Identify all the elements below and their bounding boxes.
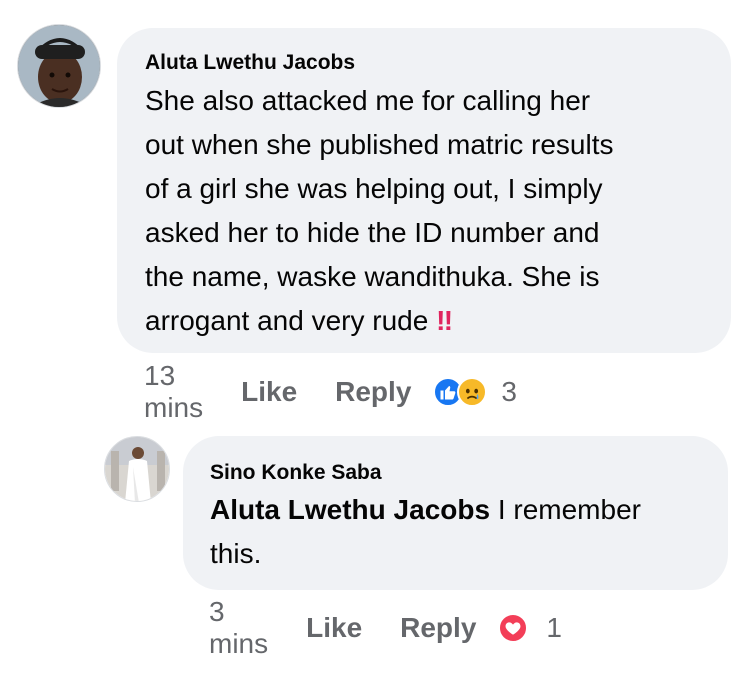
love-icon: [498, 613, 529, 643]
reaction-count: 3: [501, 376, 517, 407]
reply-line-2: this.: [210, 538, 262, 569]
comment-line: She also attacked me for calling her: [145, 85, 591, 116]
avatar[interactable]: [104, 436, 170, 502]
reply-actions: 3 mins Like Reply 1: [209, 596, 562, 659]
reply-button[interactable]: Reply: [400, 612, 476, 644]
reply-line-1: Aluta Lwethu Jacobs I remember: [210, 488, 720, 532]
comment-line: the name, waske wandithuka. She is: [145, 261, 600, 292]
comment-line: asked her to hide the ID number and: [145, 217, 600, 248]
reply-text-segment: I remember: [490, 494, 641, 525]
avatar-image: [18, 25, 100, 107]
like-button[interactable]: Like: [241, 376, 297, 408]
comment-timestamp[interactable]: 13 mins: [144, 360, 203, 424]
comment-bubble: Aluta Lwethu Jacobs She also attacked me…: [117, 28, 731, 353]
reply-timestamp[interactable]: 3 mins: [209, 596, 268, 660]
comment-text: She also attacked me for calling her out…: [145, 79, 725, 343]
like-button[interactable]: Like: [306, 612, 362, 644]
reply-button[interactable]: Reply: [335, 376, 411, 408]
comment-line: arrogant and very rude: [145, 305, 429, 336]
comment-author[interactable]: Aluta Lwethu Jacobs: [145, 51, 355, 75]
reactions-summary[interactable]: 1: [498, 612, 562, 644]
reply-author[interactable]: Sino Konke Saba: [210, 461, 382, 485]
reply-text: Aluta Lwethu Jacobs I remember this.: [210, 488, 720, 576]
reaction-count: 1: [546, 612, 562, 643]
reactions-summary[interactable]: 3: [433, 376, 517, 408]
reply-bubble: Sino Konke Saba Aluta Lwethu Jacobs I re…: [183, 436, 728, 590]
sad-icon: [457, 377, 488, 407]
avatar[interactable]: [17, 24, 101, 108]
comment-line-last: arrogant and very rude ‼: [145, 299, 725, 343]
comment-line: out when she published matric results: [145, 129, 614, 160]
avatar-image: [105, 437, 169, 501]
double-exclamation-emoji: ‼: [436, 305, 453, 336]
comment-line: of a girl she was helping out, I simply: [145, 173, 603, 204]
mention-link[interactable]: Aluta Lwethu Jacobs: [210, 494, 490, 525]
comment-actions: 13 mins Like Reply 3: [144, 360, 517, 423]
